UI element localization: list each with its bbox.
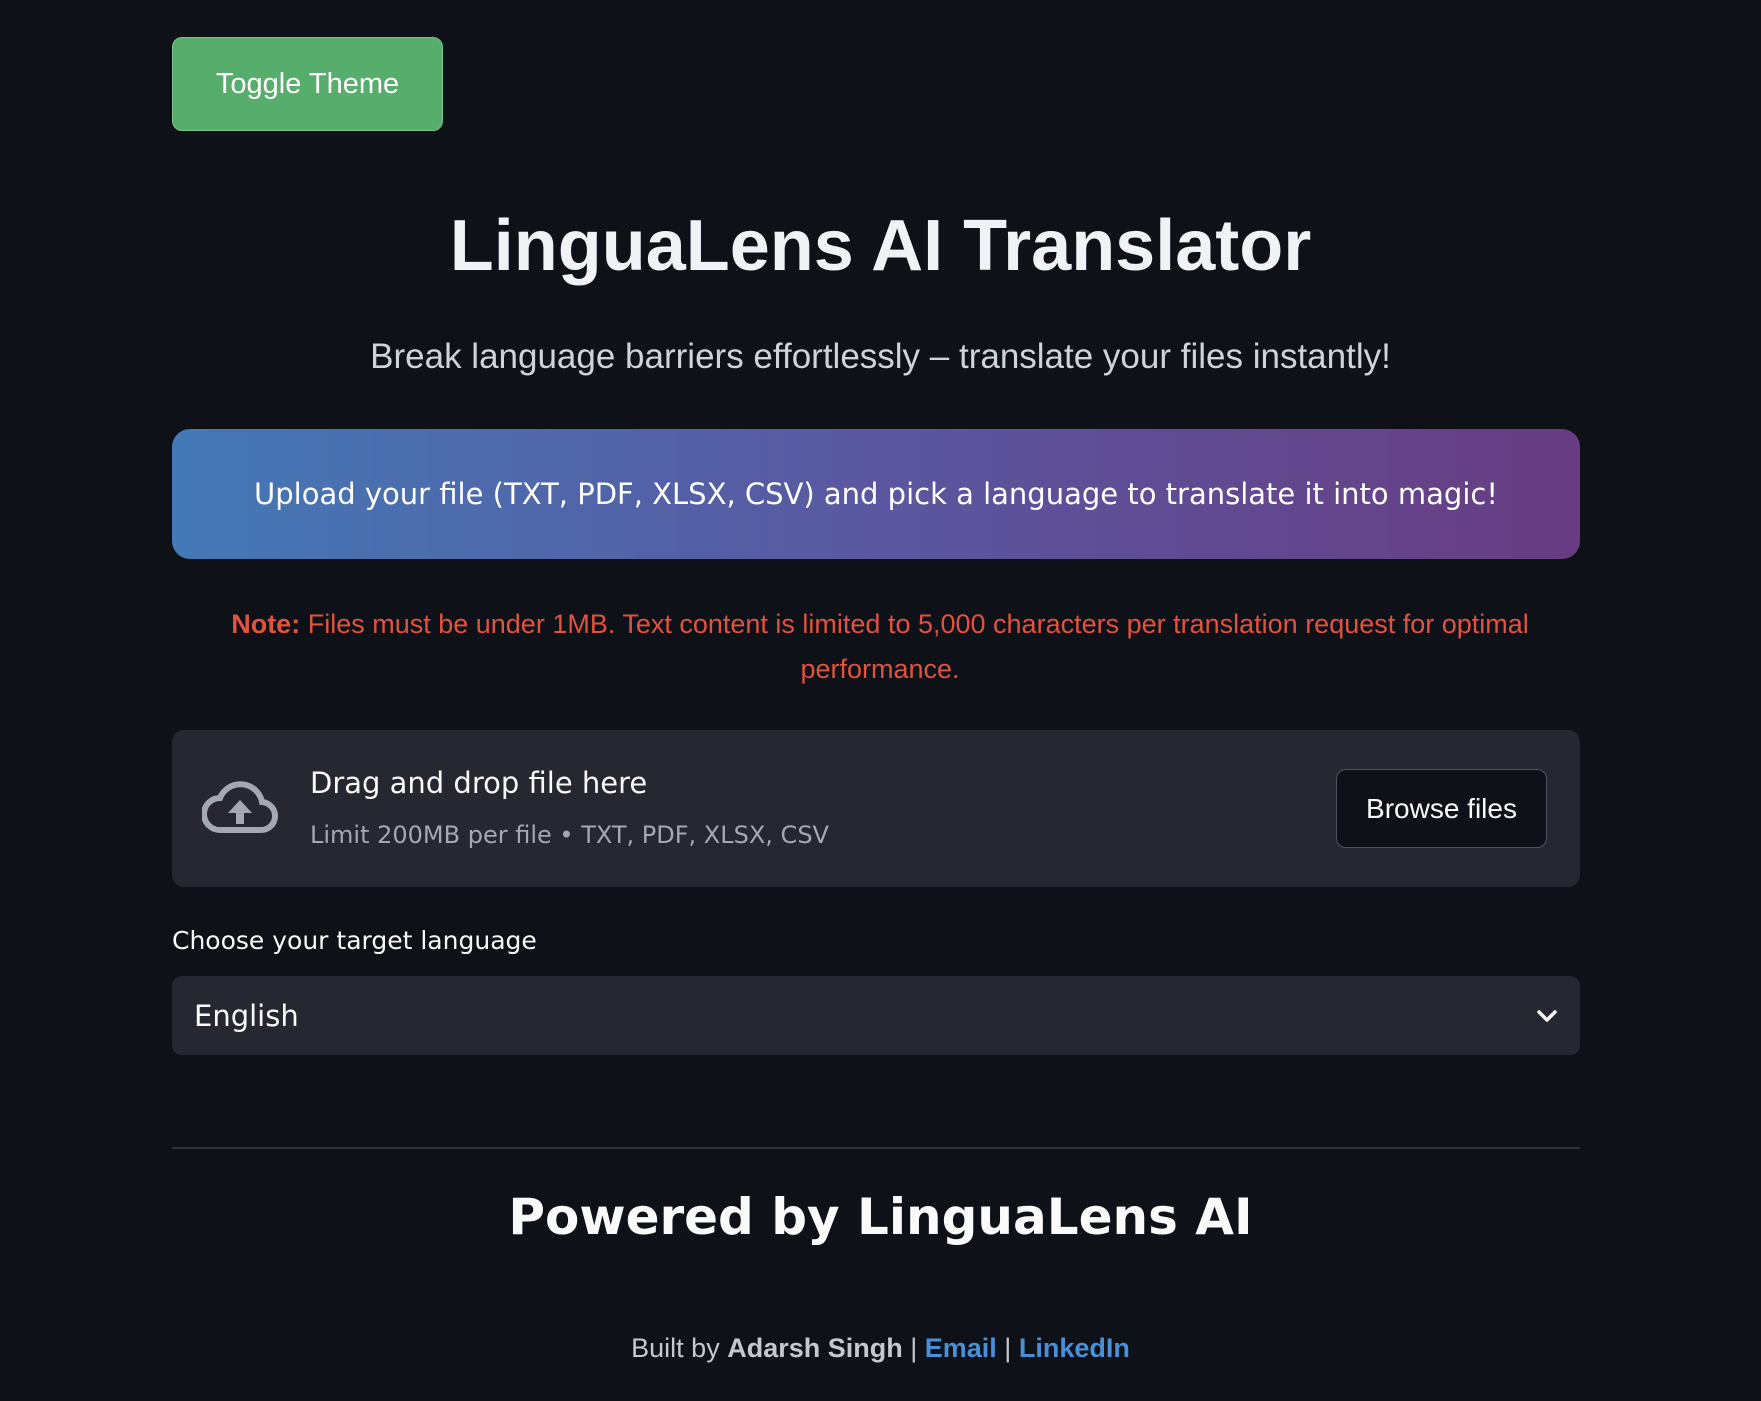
email-link[interactable]: Email xyxy=(925,1333,997,1363)
dropzone-limit: Limit 200MB per file • TXT, PDF, XLSX, C… xyxy=(310,821,829,849)
dropzone-title: Drag and drop file here xyxy=(310,766,648,800)
page-subtitle: Break language barriers effortlessly – t… xyxy=(370,337,1391,376)
divider xyxy=(172,1147,1580,1149)
page-title: LinguaLens AI Translator xyxy=(449,206,1312,286)
chevron-down-icon xyxy=(1537,1009,1557,1022)
built-by-text: Built by xyxy=(631,1333,728,1363)
language-select[interactable]: English xyxy=(172,976,1580,1055)
linkedin-link[interactable]: LinkedIn xyxy=(1019,1333,1130,1363)
separator: | xyxy=(996,1333,1019,1363)
banner-text: Upload your file (TXT, PDF, XLSX, CSV) a… xyxy=(254,477,1498,511)
browse-files-button[interactable]: Browse files xyxy=(1336,769,1547,848)
info-banner: Upload your file (TXT, PDF, XLSX, CSV) a… xyxy=(172,429,1580,559)
footer: Built by Adarsh Singh | Email | LinkedIn xyxy=(0,1333,1761,1364)
separator: | xyxy=(902,1333,925,1363)
note-label: Note: xyxy=(231,609,301,639)
language-selected-value: English xyxy=(194,998,299,1033)
cloud-upload-icon xyxy=(202,781,278,834)
note-text: Note: Files must be under 1MB. Text cont… xyxy=(190,602,1570,692)
note-body: Files must be under 1MB. Text content is… xyxy=(300,609,1529,684)
toggle-theme-button[interactable]: Toggle Theme xyxy=(172,37,443,131)
powered-by-heading: Powered by LinguaLens AI xyxy=(508,1188,1253,1246)
language-label: Choose your target language xyxy=(172,926,537,955)
file-uploader-dropzone[interactable]: Drag and drop file here Limit 200MB per … xyxy=(172,730,1580,887)
author-name: Adarsh Singh xyxy=(727,1333,903,1363)
